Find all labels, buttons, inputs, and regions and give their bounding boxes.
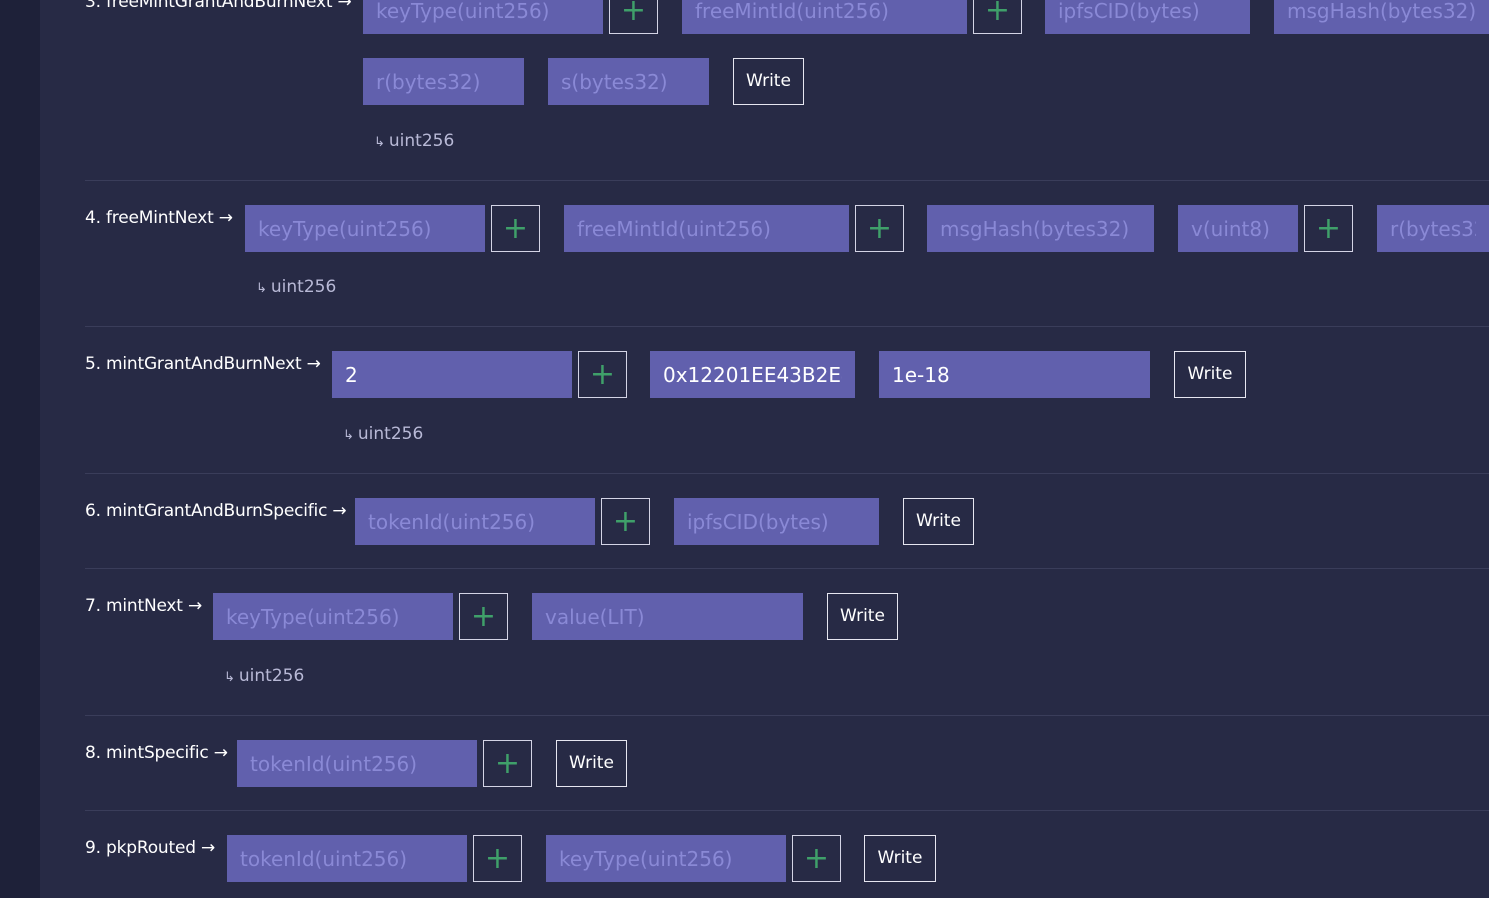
write-button[interactable]: Write (733, 58, 804, 105)
plus-button[interactable]: + (609, 0, 658, 34)
keyType-input[interactable] (245, 205, 485, 252)
r-input[interactable] (1377, 205, 1489, 252)
v-input[interactable] (1178, 205, 1298, 252)
plus-button[interactable]: + (973, 0, 1022, 34)
function-label: 3. freeMintGrantAndBurnNext → (85, 0, 352, 12)
row-divider (85, 180, 1489, 181)
function-label: 6. mintGrantAndBurnSpecific → (85, 501, 347, 521)
function-label: 9. pkpRouted → (85, 838, 216, 858)
plus-button[interactable]: + (601, 498, 650, 545)
row-divider (85, 473, 1489, 474)
msgHash-input[interactable] (927, 205, 1154, 252)
return-arrow-icon: ↳ (224, 670, 235, 685)
tokenId-input[interactable] (227, 835, 467, 882)
freeMintId-input[interactable] (682, 0, 967, 34)
plus-button[interactable]: + (1304, 205, 1353, 252)
row-divider (85, 715, 1489, 716)
plus-button[interactable]: + (578, 351, 627, 398)
return-type: ↳ uint256 (343, 424, 423, 444)
value-input[interactable] (532, 593, 803, 640)
plus-button[interactable]: + (792, 835, 841, 882)
write-button[interactable]: Write (903, 498, 974, 545)
keyType-input[interactable] (213, 593, 453, 640)
plus-button[interactable]: + (483, 740, 532, 787)
return-arrow-icon: ↳ (343, 428, 354, 443)
plus-button[interactable]: + (459, 593, 508, 640)
row-divider (85, 326, 1489, 327)
keyType-input[interactable] (363, 0, 603, 34)
ipfsCID-input[interactable] (1045, 0, 1250, 34)
row-divider (85, 568, 1489, 569)
function-label: 4. freeMintNext → (85, 208, 233, 228)
row-divider (85, 810, 1489, 811)
function-label: 7. mintNext → (85, 596, 202, 616)
ipfsCID-input[interactable] (674, 498, 879, 545)
plus-button[interactable]: + (855, 205, 904, 252)
ipfsCID-input[interactable] (650, 351, 855, 398)
r-input[interactable] (363, 58, 524, 105)
write-button[interactable]: Write (1174, 351, 1246, 398)
return-arrow-icon: ↳ (374, 135, 385, 150)
sidebar-rail (0, 0, 40, 898)
s-input[interactable] (548, 58, 709, 105)
return-arrow-icon: ↳ (256, 281, 267, 296)
keyType-input[interactable] (332, 351, 572, 398)
write-button[interactable]: Write (827, 593, 898, 640)
write-button[interactable]: Write (864, 835, 936, 882)
keyType-input[interactable] (546, 835, 786, 882)
return-type-label: uint256 (238, 666, 305, 686)
return-type-label: uint256 (388, 131, 455, 151)
freeMintId-input[interactable] (564, 205, 849, 252)
return-type-label: uint256 (357, 424, 424, 444)
plus-button[interactable]: + (491, 205, 540, 252)
return-type: ↳ uint256 (224, 666, 304, 686)
msgHash-input[interactable] (1274, 0, 1489, 34)
function-label: 5. mintGrantAndBurnNext → (85, 354, 321, 374)
return-type-label: uint256 (270, 277, 337, 297)
return-type: ↳ uint256 (256, 277, 336, 297)
return-type: ↳ uint256 (374, 131, 454, 151)
value-input[interactable] (879, 351, 1150, 398)
function-label: 8. mintSpecific → (85, 743, 228, 763)
plus-button[interactable]: + (473, 835, 522, 882)
tokenId-input[interactable] (355, 498, 595, 545)
write-button[interactable]: Write (556, 740, 627, 787)
tokenId-input[interactable] (237, 740, 477, 787)
